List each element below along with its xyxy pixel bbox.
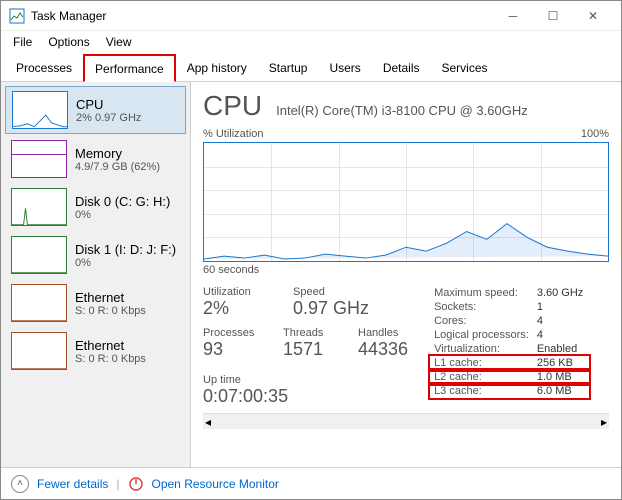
cores-label: Cores: [430,314,533,328]
sockets-label: Sockets: [430,300,533,314]
tab-details[interactable]: Details [372,54,431,82]
sidebar: CPU 2% 0.97 GHz Memory 4.9/7.9 GB (62%) … [1,82,191,468]
disk0-mini-chart [11,188,67,226]
l1-value: 256 KB [533,356,589,370]
sidebar-item-sub: 2% 0.97 GHz [76,112,141,124]
cpu-utilization-chart[interactable] [203,142,609,262]
ethernet2-mini-chart [11,332,67,370]
fewer-details-link[interactable]: Fewer details [37,477,108,491]
l3-label: L3 cache: [430,384,533,398]
sidebar-item-disk1[interactable]: Disk 1 (I: D: J: F:) 0% [5,232,186,278]
processes-value: 93 [203,339,263,360]
page-title: CPU [203,90,262,122]
app-icon [9,8,25,24]
sidebar-item-ethernet-2[interactable]: Ethernet S: 0 R: 0 Kbps [5,328,186,374]
sidebar-item-label: Ethernet [75,338,146,353]
sidebar-item-sub: 0% [75,209,170,221]
logical-label: Logical processors: [430,328,533,342]
tab-performance[interactable]: Performance [83,54,176,82]
main-panel: CPU Intel(R) Core(TM) i3-8100 CPU @ 3.60… [191,82,621,468]
speed-label: Speed [293,286,369,298]
scroll-right-icon[interactable]: ▸ [601,415,607,429]
uptime-label: Up time [203,374,408,386]
resource-monitor-icon [128,476,144,492]
chart-xlabel: 60 seconds [203,264,609,276]
tab-processes[interactable]: Processes [5,54,83,82]
memory-mini-chart [11,140,67,178]
sidebar-item-disk0[interactable]: Disk 0 (C: G: H:) 0% [5,184,186,230]
maxspeed-value: 3.60 GHz [533,286,589,300]
maxspeed-label: Maximum speed: [430,286,533,300]
utilization-label: Utilization [203,286,273,298]
menu-options[interactable]: Options [40,33,97,51]
resource-monitor-link[interactable]: Open Resource Monitor [152,477,279,491]
virt-value: Enabled [533,342,589,356]
tab-users[interactable]: Users [318,54,371,82]
cpu-model: Intel(R) Core(TM) i3-8100 CPU @ 3.60GHz [276,103,528,118]
chart-ylabel: % Utilization [203,128,264,140]
uptime-value: 0:07:00:35 [203,386,408,407]
footer: ˄ Fewer details | Open Resource Monitor [1,467,621,499]
tab-startup[interactable]: Startup [258,54,319,82]
separator: | [116,477,119,491]
threads-value: 1571 [283,339,338,360]
virt-label: Virtualization: [430,342,533,356]
sidebar-item-label: Disk 0 (C: G: H:) [75,194,170,209]
l1-label: L1 cache: [430,356,533,370]
threads-label: Threads [283,327,338,339]
sidebar-item-memory[interactable]: Memory 4.9/7.9 GB (62%) [5,136,186,182]
sidebar-item-cpu[interactable]: CPU 2% 0.97 GHz [5,86,186,134]
sidebar-item-label: Memory [75,146,160,161]
menu-file[interactable]: File [5,33,40,51]
cpu-mini-chart [12,91,68,129]
tab-apphistory[interactable]: App history [176,54,258,82]
sidebar-item-label: CPU [76,97,141,112]
disk1-mini-chart [11,236,67,274]
sockets-value: 1 [533,300,589,314]
maximize-button[interactable]: ☐ [533,2,573,30]
sidebar-item-label: Disk 1 (I: D: J: F:) [75,242,176,257]
handles-value: 44336 [358,339,408,360]
speed-value: 0.97 GHz [293,298,369,319]
sidebar-item-sub: S: 0 R: 0 Kbps [75,305,146,317]
sidebar-item-sub: 0% [75,257,176,269]
menubar: File Options View [1,31,621,53]
l2-value: 1.0 MB [533,370,589,384]
sidebar-item-sub: S: 0 R: 0 Kbps [75,353,146,365]
sidebar-item-sub: 4.9/7.9 GB (62%) [75,161,160,173]
ethernet1-mini-chart [11,284,67,322]
sidebar-item-label: Ethernet [75,290,146,305]
l3-value: 6.0 MB [533,384,589,398]
minimize-button[interactable]: ─ [493,2,533,30]
scroll-left-icon[interactable]: ◂ [205,415,211,429]
sidebar-item-ethernet-1[interactable]: Ethernet S: 0 R: 0 Kbps [5,280,186,326]
close-button[interactable]: ✕ [573,2,613,30]
horizontal-scrollbar[interactable]: ◂ ▸ [203,413,609,429]
titlebar: Task Manager ─ ☐ ✕ [1,1,621,31]
window-title: Task Manager [31,9,493,23]
handles-label: Handles [358,327,408,339]
utilization-value: 2% [203,298,273,319]
chart-ymax: 100% [581,128,609,140]
chevron-up-icon[interactable]: ˄ [11,475,29,493]
menu-view[interactable]: View [98,33,140,51]
processes-label: Processes [203,327,263,339]
tab-services[interactable]: Services [431,54,499,82]
cores-value: 4 [533,314,589,328]
tab-bar: Processes Performance App history Startu… [1,53,621,82]
l2-label: L2 cache: [430,370,533,384]
logical-value: 4 [533,328,589,342]
